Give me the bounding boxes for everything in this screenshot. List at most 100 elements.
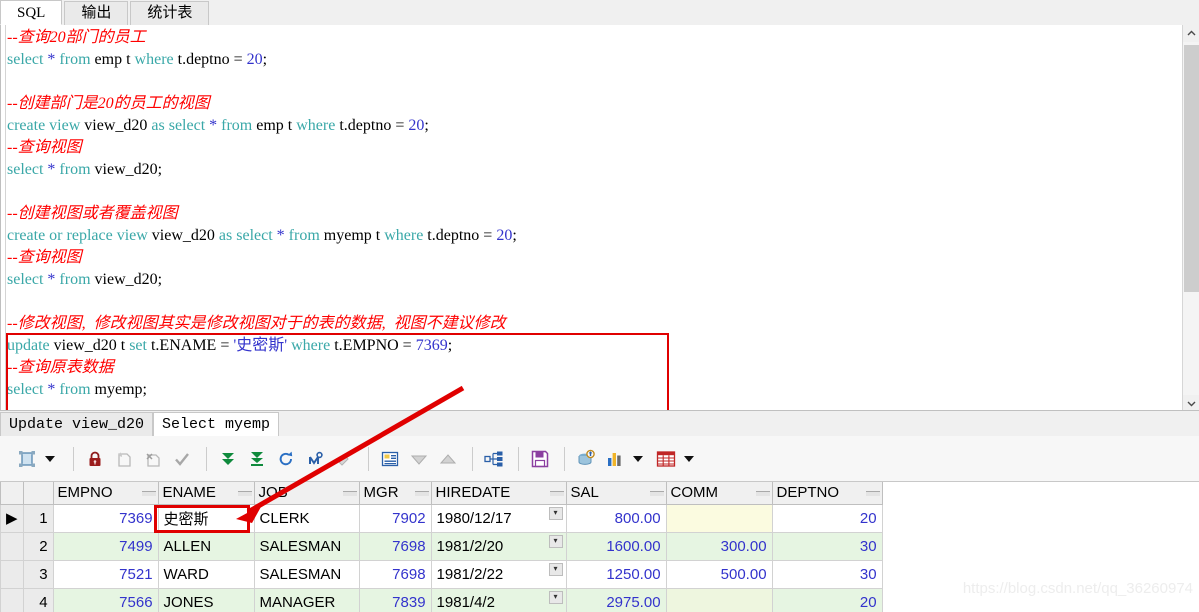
column-resize-grip[interactable]	[141, 491, 156, 496]
scroll-up-arrow-icon[interactable]	[1183, 25, 1199, 42]
date-dropdown-caret-icon[interactable]: ▾	[548, 534, 563, 548]
scrollbar-thumb[interactable]	[1184, 45, 1199, 292]
clear-filter-icon[interactable]	[331, 446, 357, 472]
cell-deptno[interactable]: 20	[771, 587, 883, 612]
sql-editor[interactable]: --查询20部门的员工 select * from emp t where t.d…	[0, 25, 1199, 427]
master-detail-icon[interactable]	[481, 446, 507, 472]
cell-hiredate[interactable]: 1981/2/22 ▾	[430, 559, 567, 589]
tab-output[interactable]: 输出	[64, 1, 129, 25]
table-row[interactable]: 4 7566 JONES MANAGER 7839 1981/4/2 ▾ 2975.00 20	[0, 587, 883, 612]
cell-ename[interactable]: ALLEN	[157, 531, 255, 561]
cell-deptno[interactable]: 30	[771, 559, 883, 589]
delete-record-icon[interactable]	[140, 446, 166, 472]
insert-record-icon[interactable]	[111, 446, 137, 472]
fetch-last-page-icon[interactable]	[244, 446, 270, 472]
column-resize-grip[interactable]	[414, 491, 429, 496]
table-icon[interactable]	[653, 446, 679, 472]
row-selector-cell[interactable]	[0, 531, 24, 561]
cell-sal[interactable]: 2975.00	[565, 587, 667, 612]
date-dropdown-caret-icon[interactable]: ▾	[548, 562, 563, 576]
table-dropdown-caret[interactable]	[684, 455, 694, 462]
column-resize-grip[interactable]	[865, 491, 880, 496]
single-record-view-icon[interactable]	[377, 446, 403, 472]
column-header-hiredate[interactable]: HIREDATE	[430, 482, 567, 505]
fetch-next-page-icon[interactable]	[215, 446, 241, 472]
cell-mgr[interactable]: 7839	[358, 587, 432, 612]
column-header-sal[interactable]: SAL	[565, 482, 667, 505]
column-header-mgr[interactable]: MGR	[358, 482, 432, 505]
cell-job[interactable]: MANAGER	[253, 587, 360, 612]
cell-sal[interactable]: 1250.00	[565, 559, 667, 589]
row-selector-cell[interactable]	[0, 587, 24, 612]
lock-icon[interactable]	[82, 446, 108, 472]
column-resize-grip[interactable]	[237, 491, 252, 496]
next-record-icon[interactable]	[435, 446, 461, 472]
cell-job[interactable]: SALESMAN	[253, 531, 360, 561]
cell-job[interactable]: SALESMAN	[253, 559, 360, 589]
post-edit-check-icon[interactable]	[169, 446, 195, 472]
cell-hiredate[interactable]: 1980/12/17 ▾	[430, 503, 567, 533]
cell-comm[interactable]	[665, 503, 773, 533]
date-dropdown-caret-icon[interactable]: ▾	[548, 506, 563, 520]
cell-empno[interactable]: 7566	[52, 587, 159, 612]
column-header-comm[interactable]: COMM	[665, 482, 773, 505]
cell-hiredate[interactable]: 1981/2/20 ▾	[430, 531, 567, 561]
sql-token: create or replace view	[7, 227, 152, 244]
cell-empno[interactable]: 7499	[52, 531, 159, 561]
column-resize-grip[interactable]	[342, 491, 357, 496]
sql-token: where	[384, 227, 428, 244]
cell-ename[interactable]: JONES	[157, 587, 255, 612]
export-query-icon[interactable]	[573, 446, 599, 472]
chart-dropdown-caret[interactable]	[633, 455, 643, 462]
cell-comm[interactable]: 500.00	[665, 559, 773, 589]
tab-statistics[interactable]: 统计表	[130, 1, 210, 25]
cell-comm[interactable]	[665, 587, 773, 612]
result-tab-select-myemp[interactable]: Select myemp	[153, 412, 280, 437]
table-row[interactable]: 2 7499 ALLEN SALESMAN 7698 1981/2/20 ▾ 1600.00 3…	[0, 531, 883, 561]
cell-ename[interactable]: WARD	[157, 559, 255, 589]
table-row[interactable]: ▶ 1 7369 史密斯 CLERK 7902 1980/12/17 ▾ 800.00 20	[0, 503, 883, 533]
find-icon[interactable]	[302, 446, 328, 472]
row-selector-cell[interactable]	[0, 559, 24, 589]
tab-sql[interactable]: SQL	[0, 0, 63, 25]
column-header-label: COMM	[670, 484, 719, 502]
table-row[interactable]: 3 7521 WARD SALESMAN 7698 1981/2/22 ▾ 1250.00 50…	[0, 559, 883, 589]
sql-token: --修改视图, 修改视图其实是修改视图对于的表的数据, 视图不建议修改	[7, 315, 506, 332]
editor-tab-strip: SQL 输出 统计表	[0, 0, 1199, 26]
result-tab-update-view-d20[interactable]: Update view_d20	[0, 412, 154, 437]
column-header-deptno[interactable]: DEPTNO	[771, 482, 883, 505]
cell-job[interactable]: CLERK	[253, 503, 360, 533]
sql-token: *	[209, 117, 222, 134]
column-header-empno[interactable]: EMPNO	[52, 482, 159, 505]
cell-empno[interactable]: 7369	[52, 503, 159, 533]
editor-vertical-scrollbar[interactable]	[1182, 25, 1199, 412]
sql-token: t.EMPNO =	[334, 337, 416, 354]
cell-mgr[interactable]: 7698	[358, 531, 432, 561]
cell-deptno[interactable]: 30	[771, 531, 883, 561]
column-header-job[interactable]: JOB	[253, 482, 360, 505]
date-dropdown-caret-icon[interactable]: ▾	[548, 590, 563, 604]
row-selector-cell[interactable]: ▶	[0, 503, 24, 533]
cell-ename[interactable]: 史密斯	[157, 503, 255, 533]
cell-hiredate[interactable]: 1981/4/2 ▾	[430, 587, 567, 612]
column-header-ename[interactable]: ENAME	[157, 482, 255, 505]
grid-mode-dropdown-caret[interactable]	[45, 455, 55, 462]
cell-comm[interactable]: 300.00	[665, 531, 773, 561]
cell-mgr[interactable]: 7698	[358, 559, 432, 589]
sql-line: --查询视图	[7, 137, 1168, 159]
grid-mode-icon[interactable]	[14, 446, 40, 472]
refresh-icon[interactable]	[273, 446, 299, 472]
column-resize-grip[interactable]	[755, 491, 770, 496]
cell-deptno[interactable]: 20	[771, 503, 883, 533]
cell-sal[interactable]: 1600.00	[565, 531, 667, 561]
chart-icon[interactable]	[602, 446, 628, 472]
sql-code-text[interactable]: --查询20部门的员工 select * from emp t where t.d…	[7, 27, 1168, 401]
cell-empno[interactable]: 7521	[52, 559, 159, 589]
sql-token: myemp t	[323, 227, 385, 244]
cell-sal[interactable]: 800.00	[565, 503, 667, 533]
save-grid-icon[interactable]	[527, 446, 553, 472]
column-resize-grip[interactable]	[649, 491, 664, 496]
previous-record-icon[interactable]	[406, 446, 432, 472]
column-resize-grip[interactable]	[549, 491, 564, 496]
cell-mgr[interactable]: 7902	[358, 503, 432, 533]
